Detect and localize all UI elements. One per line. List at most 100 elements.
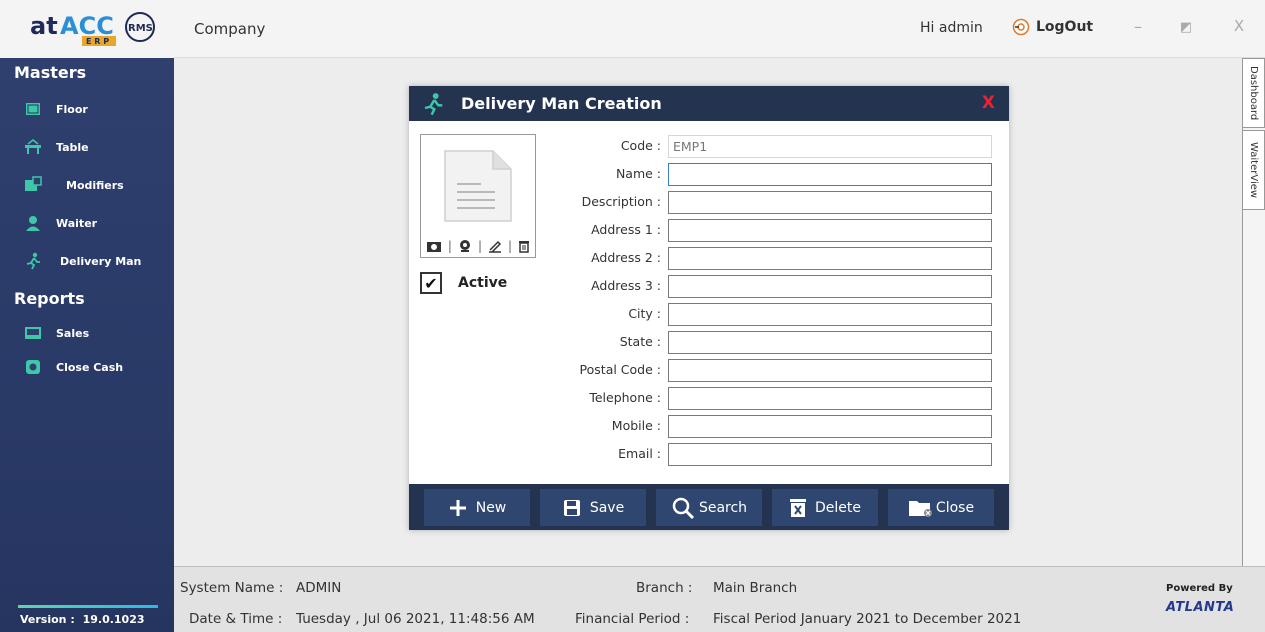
company-name: Company <box>194 20 266 38</box>
telephone-field[interactable] <box>668 387 992 410</box>
trash-icon[interactable] <box>518 239 530 253</box>
sidebar-item-floor[interactable]: Floor <box>0 90 174 128</box>
delivery-man-dialog: Delivery Man Creation X | | | ✔ Active C… <box>409 86 1009 530</box>
svg-text:at: at <box>30 12 58 40</box>
close-cash-icon <box>26 360 40 374</box>
close-button[interactable]: Close <box>888 489 994 526</box>
financial-period-value: Fiscal Period January 2021 to December 2… <box>713 611 1022 627</box>
save-button-label: Save <box>589 499 625 516</box>
app-logo: at ACC E R P RMS <box>0 0 174 58</box>
sidebar-item-label: Sales <box>56 326 90 340</box>
masters-heading: Masters <box>14 63 87 82</box>
sidebar-item-sales[interactable]: Sales <box>0 316 174 350</box>
atlanta-logo: ATLANTA <box>1166 600 1234 615</box>
active-toggle[interactable]: ✔ Active <box>420 272 507 294</box>
restore-button[interactable]: ◩ <box>1176 20 1196 35</box>
title-bar: at ACC E R P RMS Company Hi admin LogOut… <box>0 0 1265 58</box>
address3-label: Address 3 : <box>591 278 661 293</box>
dialog-title: Delivery Man Creation <box>461 94 662 113</box>
sidebar-item-table[interactable]: Table <box>0 128 174 166</box>
datetime-label: Date & Time : <box>189 611 283 627</box>
code-label: Code : <box>620 138 661 153</box>
sidebar-item-label: Close Cash <box>56 360 124 374</box>
branch-label: Branch : <box>636 580 693 596</box>
modifiers-icon <box>25 176 42 191</box>
state-field[interactable] <box>668 331 992 354</box>
active-label: Active <box>458 275 508 291</box>
sidebar-item-label: Floor <box>56 102 88 116</box>
code-field[interactable] <box>668 135 992 158</box>
name-label: Name : <box>615 166 661 181</box>
plus-icon <box>449 499 466 516</box>
datetime-value: Tuesday , Jul 06 2021, 11:48:56 AM <box>296 611 535 627</box>
sidebar-item-close-cash[interactable]: Close Cash <box>0 350 174 384</box>
tab-dashboard[interactable]: Dashboard <box>1242 58 1265 128</box>
atlanta-brand: ATLANTA <box>1166 600 1235 615</box>
floor-icon <box>26 103 40 115</box>
save-button[interactable]: Save <box>540 489 646 526</box>
search-button-label: Search <box>698 499 748 516</box>
folder-close-icon <box>908 500 932 517</box>
delivery-man-icon <box>424 93 443 116</box>
email-label: Email : <box>618 446 661 461</box>
svg-text:RMS: RMS <box>128 23 153 34</box>
logout-button[interactable]: LogOut <box>1012 18 1093 36</box>
minimize-button[interactable]: – <box>1128 17 1148 36</box>
city-field[interactable] <box>668 303 992 326</box>
sales-icon <box>25 327 41 339</box>
new-button[interactable]: New <box>424 489 530 526</box>
close-button-label: Close <box>935 499 975 516</box>
branch-value: Main Branch <box>713 580 798 596</box>
waiter-icon <box>26 216 40 231</box>
city-label: City : <box>628 306 661 321</box>
version-value: 19.0.1023 <box>82 613 145 626</box>
status-bar: System Name : ADMIN Branch : Main Branch… <box>174 566 1265 632</box>
mobile-field[interactable] <box>668 415 992 438</box>
sidebar: Masters Floor Table Modifiers Waiter Del… <box>0 58 174 632</box>
system-name-label: System Name : <box>180 580 284 596</box>
dialog-header: Delivery Man Creation X <box>409 86 1009 121</box>
delete-button[interactable]: Delete <box>772 489 878 526</box>
version-divider <box>18 605 158 608</box>
sidebar-item-delivery-man[interactable]: Delivery Man <box>0 242 174 280</box>
sidebar-item-waiter[interactable]: Waiter <box>0 204 174 242</box>
postal-code-field[interactable] <box>668 359 992 382</box>
address2-label: Address 2 : <box>591 250 661 265</box>
address3-field[interactable] <box>668 275 992 298</box>
photo-box[interactable]: | | | <box>420 134 536 258</box>
mobile-label: Mobile : <box>611 418 661 433</box>
email-field[interactable] <box>668 443 992 466</box>
description-label: Description : <box>581 194 661 209</box>
delivery-man-icon <box>26 252 40 270</box>
sidebar-item-modifiers[interactable]: Modifiers <box>0 166 174 204</box>
delete-icon <box>790 498 806 517</box>
dialog-footer: New Save Search Delete Close <box>409 484 1009 530</box>
active-checkbox[interactable]: ✔ <box>420 272 442 294</box>
svg-text:E R P: E R P <box>86 37 109 46</box>
sidebar-item-label: Table <box>56 140 89 154</box>
description-field[interactable] <box>668 191 992 214</box>
system-name-value: ADMIN <box>296 580 342 596</box>
close-window-button[interactable]: X <box>1229 17 1249 35</box>
save-icon <box>563 499 580 516</box>
webcam-icon[interactable] <box>458 239 472 253</box>
document-icon <box>444 150 512 222</box>
sidebar-item-label: Modifiers <box>66 178 124 192</box>
search-button[interactable]: Search <box>656 489 762 526</box>
logout-icon <box>1012 18 1030 36</box>
greeting-text: Hi admin <box>920 20 983 36</box>
telephone-label: Telephone : <box>589 390 661 405</box>
version-info: Version : 19.0.1023 <box>20 613 145 626</box>
address2-field[interactable] <box>668 247 992 270</box>
camera-icon[interactable] <box>426 239 442 253</box>
address1-field[interactable] <box>668 219 992 242</box>
search-icon <box>672 497 694 519</box>
delete-button-label: Delete <box>815 499 861 516</box>
powered-by-label: Powered By <box>1166 583 1233 594</box>
edit-icon[interactable] <box>488 239 502 253</box>
dialog-close-button[interactable]: X <box>982 93 995 113</box>
name-field[interactable] <box>668 163 992 186</box>
logout-label: LogOut <box>1036 19 1094 35</box>
tab-waiterview[interactable]: WaiterView <box>1242 130 1265 210</box>
sidebar-item-label: Delivery Man <box>60 254 142 268</box>
